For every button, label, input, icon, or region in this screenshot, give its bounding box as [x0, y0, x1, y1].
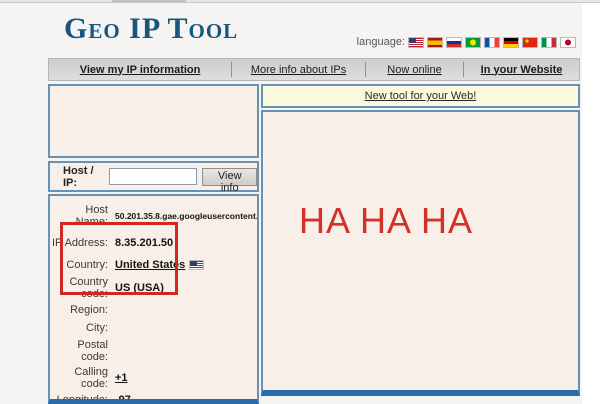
- info-row-longitude: Longitude: -97: [56, 394, 131, 404]
- ip-info-panel: Host Name: 50.201.35.8.gae.googleusercon…: [48, 194, 259, 404]
- flag-it-icon[interactable]: [541, 36, 557, 48]
- new-tool-link[interactable]: New tool for your Web!: [365, 90, 477, 102]
- host-ip-label: Host / IP:: [63, 164, 94, 189]
- nav-more-info[interactable]: More info about IPs: [232, 64, 365, 76]
- language-label: language:: [356, 36, 405, 48]
- new-tool-banner: New tool for your Web!: [261, 84, 580, 108]
- empty-ad-box: [48, 84, 259, 158]
- info-row-calling-code: Calling code: +1: [74, 365, 128, 390]
- info-row-region: Region:: [70, 304, 108, 316]
- browser-edge-segment: [112, 0, 186, 3]
- info-row-city: City:: [86, 322, 108, 334]
- flag-cn-icon[interactable]: [522, 36, 538, 48]
- info-row-host-name: Host Name: 50.201.35.8.gae.googleusercon…: [75, 203, 259, 228]
- info-row-ip-address: IP Address: 8.35.201.50: [51, 236, 174, 249]
- flag-ru-icon[interactable]: [446, 36, 462, 48]
- nav-in-your-website[interactable]: In your Website: [464, 64, 579, 76]
- host-ip-input[interactable]: [109, 168, 198, 185]
- info-row-country: Country: United States: [50, 257, 257, 273]
- flag-fr-icon[interactable]: [484, 36, 500, 48]
- calling-code-link[interactable]: +1: [115, 372, 128, 384]
- flag-br-icon[interactable]: [465, 36, 481, 48]
- language-selector: language:: [357, 36, 576, 48]
- flag-jp-icon[interactable]: [560, 36, 576, 48]
- flag-es-icon[interactable]: [427, 36, 443, 48]
- map-panel: HA HA HA: [261, 110, 580, 396]
- host-ip-form: Host / IP: View info: [48, 161, 259, 194]
- overlay-text: HA HA HA: [299, 200, 474, 241]
- page-title: Geo IP Tool: [64, 12, 239, 45]
- view-info-button[interactable]: View info: [202, 167, 257, 194]
- nav-view-my-ip[interactable]: View my IP information: [49, 64, 231, 76]
- flag-us-icon[interactable]: [408, 36, 424, 48]
- geo-ip-tool-page: Geo IP Tool language: View my IP informa…: [0, 0, 600, 404]
- flag-de-icon[interactable]: [503, 36, 519, 48]
- main-nav: View my IP information More info about I…: [48, 58, 580, 81]
- info-row-postal-code: Postal code:: [77, 338, 108, 363]
- us-flag-icon: [189, 260, 205, 270]
- info-row-country-code: Country code: US (USA): [69, 275, 164, 300]
- nav-now-online[interactable]: Now online: [366, 64, 463, 76]
- country-link[interactable]: United States: [115, 259, 185, 271]
- browser-edge-strip: [0, 0, 600, 3]
